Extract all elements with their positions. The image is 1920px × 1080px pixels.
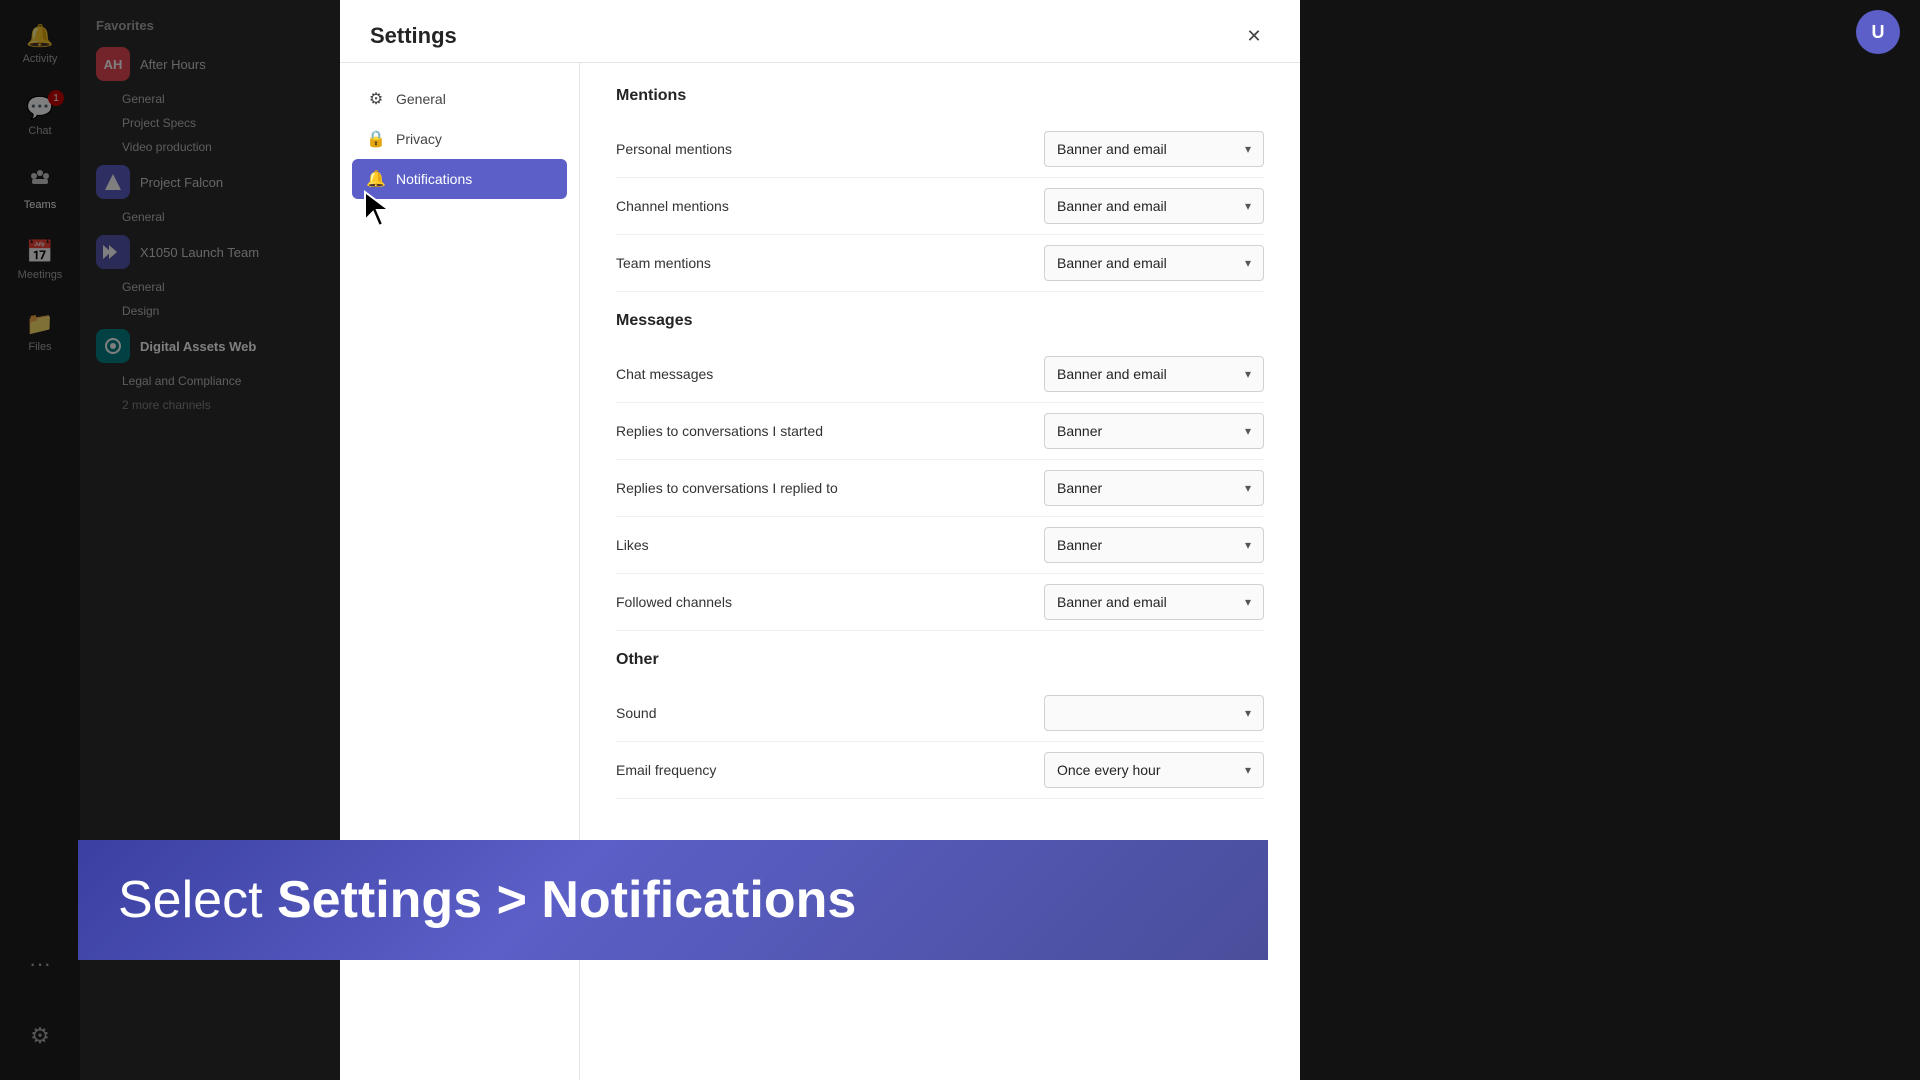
sound-dropdown[interactable]: ▾ — [1044, 695, 1264, 731]
sound-arrow: ▾ — [1245, 706, 1251, 720]
user-avatar[interactable]: U — [1856, 10, 1900, 54]
chat-messages-dropdown[interactable]: Banner and email ▾ — [1044, 356, 1264, 392]
general-icon: ⚙ — [366, 89, 386, 109]
channel-mentions-value: Banner and email — [1057, 198, 1167, 214]
followed-channels-value: Banner and email — [1057, 594, 1167, 610]
banner-text-bold: Settings > Notifications — [277, 871, 856, 929]
row-team-mentions: Team mentions Banner and email ▾ — [616, 235, 1264, 292]
banner-text-normal: Select — [118, 871, 277, 929]
team-mentions-arrow: ▾ — [1245, 256, 1251, 270]
replies-started-label: Replies to conversations I started — [616, 423, 823, 439]
likes-label: Likes — [616, 537, 649, 553]
followed-channels-arrow: ▾ — [1245, 595, 1251, 609]
replies-replied-dropdown[interactable]: Banner ▾ — [1044, 470, 1264, 506]
channel-mentions-arrow: ▾ — [1245, 199, 1251, 213]
followed-channels-label: Followed channels — [616, 594, 732, 610]
likes-dropdown[interactable]: Banner ▾ — [1044, 527, 1264, 563]
row-channel-mentions: Channel mentions Banner and email ▾ — [616, 178, 1264, 235]
settings-nav-general[interactable]: ⚙ General — [352, 79, 567, 119]
chat-messages-label: Chat messages — [616, 366, 713, 382]
tutorial-banner: Select Settings > Notifications — [78, 840, 1268, 960]
team-mentions-value: Banner and email — [1057, 255, 1167, 271]
replies-replied-label: Replies to conversations I replied to — [616, 480, 838, 496]
privacy-icon: 🔒 — [366, 129, 386, 149]
messages-section-title: Messages — [616, 312, 1264, 330]
personal-mentions-arrow: ▾ — [1245, 142, 1251, 156]
row-followed-channels: Followed channels Banner and email ▾ — [616, 574, 1264, 631]
settings-title: Settings — [370, 23, 457, 49]
other-section-title: Other — [616, 651, 1264, 669]
channel-mentions-label: Channel mentions — [616, 198, 729, 214]
notifications-icon: 🔔 — [366, 169, 386, 189]
row-sound: Sound ▾ — [616, 685, 1264, 742]
likes-arrow: ▾ — [1245, 538, 1251, 552]
replies-started-dropdown[interactable]: Banner ▾ — [1044, 413, 1264, 449]
row-likes: Likes Banner ▾ — [616, 517, 1264, 574]
team-mentions-label: Team mentions — [616, 255, 711, 271]
chat-messages-value: Banner and email — [1057, 366, 1167, 382]
row-personal-mentions: Personal mentions Banner and email ▾ — [616, 121, 1264, 178]
banner-text: Select Settings > Notifications — [118, 870, 856, 930]
row-chat-messages: Chat messages Banner and email ▾ — [616, 346, 1264, 403]
general-label: General — [396, 91, 446, 107]
followed-channels-dropdown[interactable]: Banner and email ▾ — [1044, 584, 1264, 620]
likes-value: Banner — [1057, 537, 1102, 553]
email-frequency-dropdown[interactable]: Once every hour ▾ — [1044, 752, 1264, 788]
row-replies-replied: Replies to conversations I replied to Ba… — [616, 460, 1264, 517]
email-frequency-arrow: ▾ — [1245, 763, 1251, 777]
email-frequency-label: Email frequency — [616, 762, 716, 778]
row-replies-started: Replies to conversations I started Banne… — [616, 403, 1264, 460]
notifications-label: Notifications — [396, 171, 472, 187]
email-frequency-value: Once every hour — [1057, 762, 1161, 778]
privacy-label: Privacy — [396, 131, 442, 147]
settings-header: Settings ✕ — [340, 0, 1300, 63]
personal-mentions-dropdown[interactable]: Banner and email ▾ — [1044, 131, 1264, 167]
personal-mentions-value: Banner and email — [1057, 141, 1167, 157]
mentions-section-title: Mentions — [616, 87, 1264, 105]
replies-started-arrow: ▾ — [1245, 424, 1251, 438]
row-email-frequency: Email frequency Once every hour ▾ — [616, 742, 1264, 799]
close-button[interactable]: ✕ — [1238, 20, 1270, 52]
sound-label: Sound — [616, 705, 656, 721]
replies-replied-value: Banner — [1057, 480, 1102, 496]
settings-nav-notifications[interactable]: 🔔 Notifications — [352, 159, 567, 199]
replies-replied-arrow: ▾ — [1245, 481, 1251, 495]
channel-mentions-dropdown[interactable]: Banner and email ▾ — [1044, 188, 1264, 224]
personal-mentions-label: Personal mentions — [616, 141, 732, 157]
chat-messages-arrow: ▾ — [1245, 367, 1251, 381]
team-mentions-dropdown[interactable]: Banner and email ▾ — [1044, 245, 1264, 281]
settings-nav-privacy[interactable]: 🔒 Privacy — [352, 119, 567, 159]
replies-started-value: Banner — [1057, 423, 1102, 439]
